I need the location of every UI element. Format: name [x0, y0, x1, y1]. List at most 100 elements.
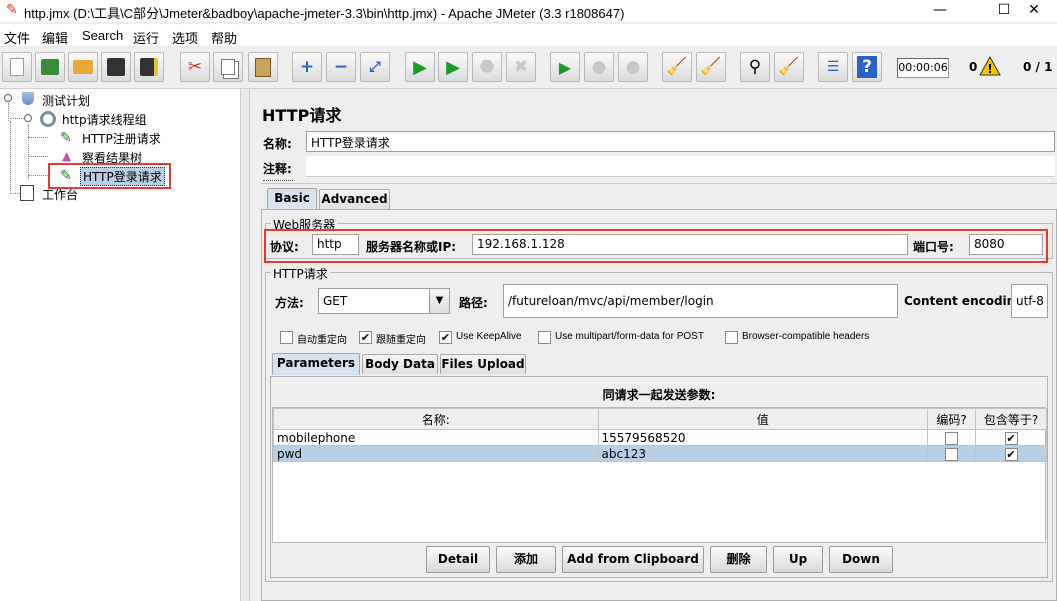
menu-file[interactable]: 文件 [4, 28, 30, 47]
param-name-cell[interactable]: mobilephone [273, 429, 599, 446]
comment-label: 注释: [263, 162, 292, 176]
close-button[interactable]: ✕ [1011, 0, 1057, 22]
menu-options[interactable]: 选项 [172, 28, 198, 47]
workbench-icon [20, 185, 34, 201]
reset-search-icon[interactable]: 🧹 [774, 52, 804, 82]
menu-bar: 文件 编辑 Search 运行 选项 帮助 [0, 24, 1057, 46]
down-button[interactable]: Down [829, 546, 893, 573]
encode-checkbox[interactable] [945, 447, 959, 461]
include-equals-checkbox[interactable]: ✔ [1004, 431, 1018, 445]
menu-help[interactable]: 帮助 [211, 28, 237, 47]
tree-expand-toggle[interactable] [24, 114, 32, 122]
add-button[interactable]: 添加 [496, 546, 556, 573]
up-button[interactable]: Up [773, 546, 823, 573]
menu-search[interactable]: Search [82, 28, 123, 43]
column-header-value[interactable]: 值 [597, 408, 929, 430]
sampler-icon: ✎ [60, 168, 72, 184]
remote-start-icon[interactable]: ▶ [550, 52, 580, 82]
remote-shutdown-icon[interactable]: ● [618, 52, 648, 82]
path-field[interactable]: /futureloan/mvc/api/member/login [503, 284, 898, 318]
sampler-panel: HTTP请求 名称: HTTP登录请求 注释: Basic Advanced W… [251, 89, 1057, 601]
param-value-cell[interactable]: 15579568520 [597, 429, 929, 446]
panel-title: HTTP请求 [262, 106, 342, 125]
option-label: Browser-compatible headers [742, 331, 870, 342]
delete-button[interactable]: 删除 [710, 546, 767, 573]
test-plan-tree: 测试计划 http请求线程组 ✎ HTTP注册请求 ▲ 察看结果树 ✎ HTTP… [0, 89, 240, 601]
option-label: Use multipart/form-data for POST [555, 331, 704, 342]
expand-icon[interactable]: + [292, 52, 322, 82]
search-icon[interactable]: ⚲ [740, 52, 770, 82]
shutdown-icon[interactable]: ✖ [506, 52, 536, 82]
port-label: 端口号: [913, 240, 954, 254]
save-icon[interactable] [101, 52, 131, 82]
tree-item-test-plan[interactable]: 测试计划 [42, 92, 90, 109]
encode-checkbox[interactable] [945, 431, 959, 445]
clear-all-icon[interactable]: 🧹 [696, 52, 726, 82]
toggle-icon[interactable]: ⤢ [360, 52, 390, 82]
toolbar: ✂ + − ⤢ ▶ ▶ ⬣ ✖ ▶ ● ● 🧹 🧹 ⚲ 🧹 ☰ ? 00:00:… [0, 47, 1057, 89]
table-row[interactable]: pwd abc123 ✔ [273, 445, 1047, 462]
port-field[interactable]: 8080 [969, 234, 1043, 255]
tab-advanced[interactable]: Advanced [319, 189, 390, 209]
templates-icon[interactable] [35, 52, 65, 82]
tree-item-http-register[interactable]: HTTP注册请求 [82, 130, 161, 147]
collapse-icon[interactable]: − [326, 52, 356, 82]
remote-stop-icon[interactable]: ● [584, 52, 614, 82]
follow-auto-redirect-checkbox[interactable] [280, 331, 293, 344]
new-icon[interactable] [2, 52, 32, 82]
column-header-name[interactable]: 名称: [273, 408, 599, 430]
server-field[interactable]: 192.168.1.128 [472, 234, 908, 255]
follow-redirects-checkbox[interactable]: ✔ [359, 331, 372, 344]
tree-item-workbench[interactable]: 工作台 [42, 186, 78, 203]
table-row[interactable]: mobilephone 15579568520 ✔ [273, 429, 1047, 446]
browser-headers-checkbox[interactable] [725, 331, 738, 344]
error-count: 0 [969, 60, 978, 74]
flask-icon [22, 92, 34, 105]
detail-button[interactable]: Detail [426, 546, 490, 573]
menu-edit[interactable]: 编辑 [42, 28, 68, 47]
function-helper-icon[interactable]: ☰ [818, 52, 848, 82]
parameters-table-area: 名称: 值 编码? 包含等于? mobilephone 15579568520 … [272, 407, 1047, 543]
save-as-icon[interactable] [134, 52, 164, 82]
open-icon[interactable] [68, 52, 98, 82]
method-select[interactable]: GET ▼ [318, 288, 450, 314]
param-value-cell[interactable]: abc123 [597, 445, 929, 462]
warning-icon[interactable]: ! [979, 56, 1001, 76]
tree-item-thread-group[interactable]: http请求线程组 [62, 111, 147, 128]
minimize-button[interactable]: — [917, 0, 963, 22]
include-equals-checkbox[interactable]: ✔ [1004, 447, 1018, 461]
menu-run[interactable]: 运行 [133, 28, 159, 47]
encoding-field[interactable]: utf-8 [1011, 284, 1048, 318]
paste-icon[interactable] [248, 52, 278, 82]
help-icon[interactable]: ? [852, 52, 882, 82]
stop-icon[interactable]: ⬣ [472, 52, 502, 82]
tab-parameters[interactable]: Parameters [272, 353, 360, 375]
multipart-checkbox[interactable] [538, 331, 551, 344]
start-icon[interactable]: ▶ [405, 52, 435, 82]
add-from-clipboard-button[interactable]: Add from Clipboard [562, 546, 704, 573]
tab-basic[interactable]: Basic [267, 188, 317, 210]
method-label: 方法: [275, 296, 304, 310]
cut-icon[interactable]: ✂ [180, 52, 210, 82]
protocol-field[interactable]: http [312, 234, 359, 255]
pane-splitter[interactable] [240, 89, 250, 601]
param-name-cell[interactable]: pwd [273, 445, 599, 462]
option-label: 跟随重定向 [376, 335, 426, 346]
column-header-include-equals[interactable]: 包含等于? [975, 408, 1047, 430]
clear-icon[interactable]: 🧹 [662, 52, 692, 82]
chevron-down-icon[interactable]: ▼ [429, 289, 449, 313]
option-label: Use KeepAlive [456, 331, 522, 342]
name-label: 名称: [263, 137, 292, 151]
name-field[interactable]: HTTP登录请求 [306, 131, 1055, 152]
tab-files-upload[interactable]: Files Upload [440, 354, 526, 374]
column-header-encode[interactable]: 编码? [927, 408, 976, 430]
start-no-pause-icon[interactable]: ▶ [438, 52, 468, 82]
encoding-label: Content encoding: [904, 294, 1029, 308]
tab-body-data[interactable]: Body Data [362, 354, 438, 374]
method-value: GET [323, 294, 348, 308]
comment-field[interactable] [306, 156, 1055, 177]
keepalive-checkbox[interactable]: ✔ [439, 331, 452, 344]
tree-expand-toggle[interactable] [4, 94, 12, 102]
copy-icon[interactable] [213, 52, 243, 82]
tree-item-http-login[interactable]: HTTP登录请求 [80, 167, 165, 186]
